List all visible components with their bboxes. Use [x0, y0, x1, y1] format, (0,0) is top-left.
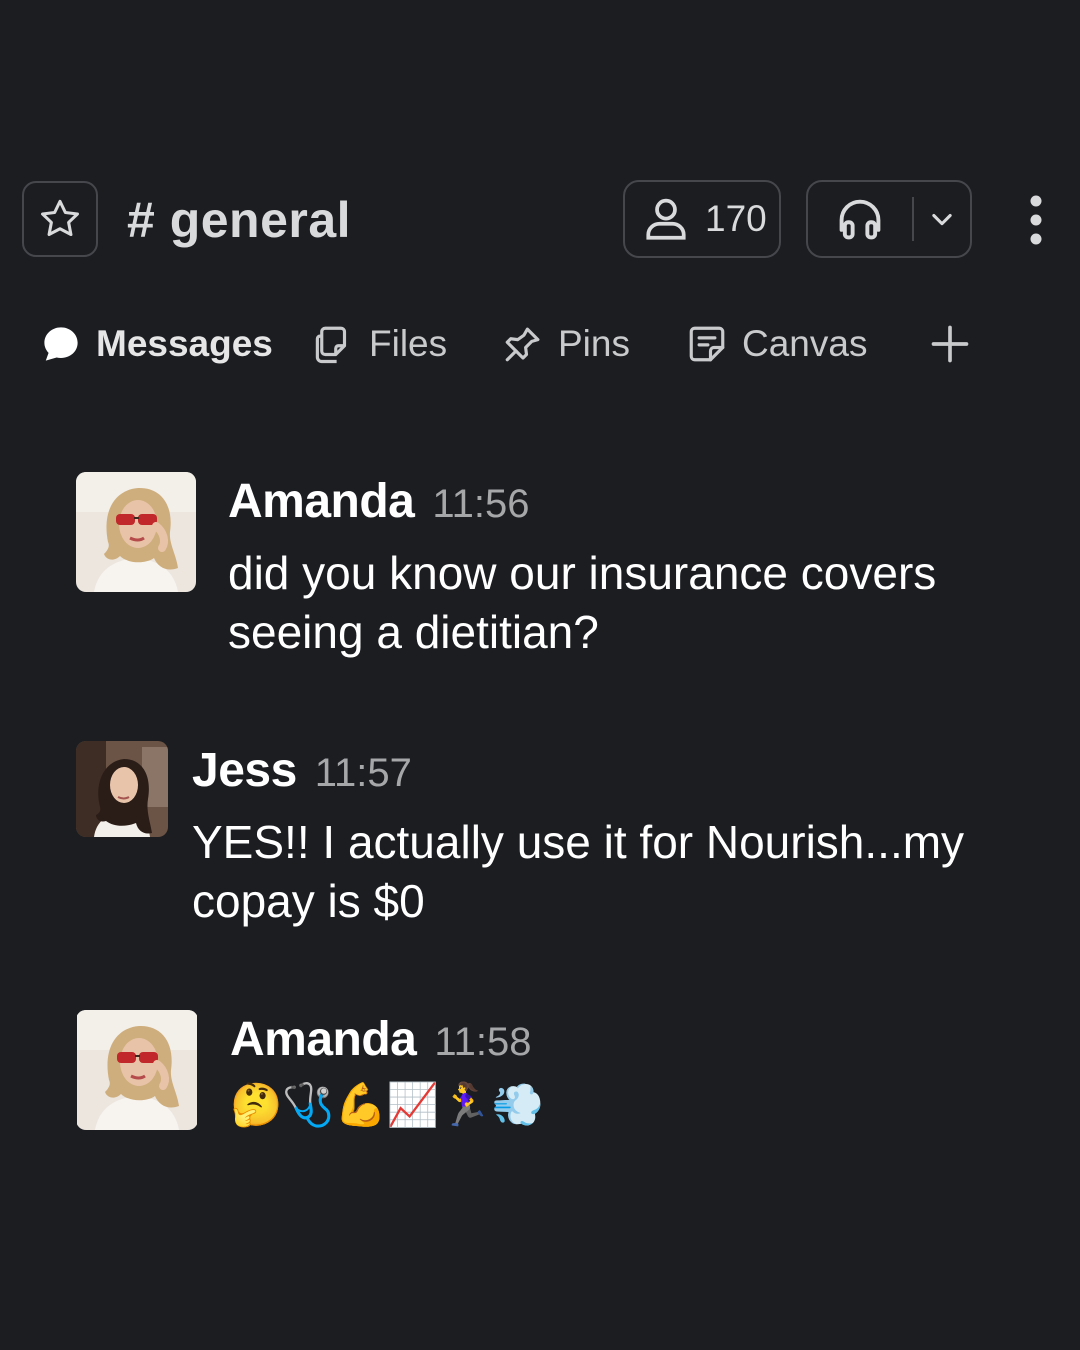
- huddle-options-button[interactable]: [914, 182, 970, 256]
- members-button[interactable]: 170: [623, 180, 781, 258]
- files-icon: [313, 323, 355, 365]
- more-options-button[interactable]: [1014, 188, 1058, 252]
- person-icon: [641, 194, 691, 244]
- headphones-icon: [834, 193, 886, 245]
- add-tab-button[interactable]: [928, 322, 972, 366]
- pin-icon: [502, 323, 544, 365]
- tab-files[interactable]: Files: [313, 316, 447, 372]
- tab-pins[interactable]: Pins: [502, 316, 630, 372]
- message-text: did you know our insurance covers seeing…: [228, 547, 937, 658]
- avatar[interactable]: [76, 741, 168, 837]
- tab-label: Canvas: [742, 323, 868, 364]
- author-name[interactable]: Amanda: [228, 474, 415, 529]
- message-header: Jess 11:57: [192, 743, 412, 798]
- channel-header: # general 170: [0, 180, 1080, 260]
- channel-tabs: Messages Files Pins Canvas: [0, 316, 1080, 372]
- huddle-button[interactable]: [808, 182, 912, 256]
- star-channel-button[interactable]: [22, 181, 98, 257]
- emoji-message: 🤔🩺💪📈🏃‍♀️💨: [230, 1080, 544, 1129]
- tab-label: Pins: [558, 323, 630, 364]
- chat-bubble-icon: [40, 323, 82, 365]
- channel-name[interactable]: # general: [127, 190, 351, 250]
- author-name[interactable]: Amanda: [230, 1012, 417, 1067]
- timestamp[interactable]: 11:58: [434, 1020, 531, 1065]
- plus-icon: [928, 322, 972, 366]
- message-header: Amanda 11:58: [230, 1012, 532, 1067]
- tab-label: Messages: [96, 323, 273, 364]
- chevron-down-icon: [928, 205, 956, 233]
- tab-label: Files: [369, 323, 448, 364]
- avatar[interactable]: [76, 1010, 198, 1130]
- tab-messages[interactable]: Messages: [40, 316, 273, 372]
- star-icon: [37, 196, 83, 242]
- canvas-icon: [686, 323, 728, 365]
- tab-canvas[interactable]: Canvas: [686, 316, 867, 372]
- huddle-button-group: [806, 180, 972, 258]
- message-text: YES!! I actually use it for Nourish...my…: [192, 816, 965, 927]
- message-header: Amanda 11:56: [228, 474, 530, 529]
- member-count: 170: [705, 198, 767, 239]
- kebab-menu-icon: [1028, 194, 1044, 246]
- author-name[interactable]: Jess: [192, 743, 297, 798]
- avatar[interactable]: [76, 472, 196, 592]
- timestamp[interactable]: 11:56: [432, 482, 529, 527]
- timestamp[interactable]: 11:57: [315, 751, 412, 796]
